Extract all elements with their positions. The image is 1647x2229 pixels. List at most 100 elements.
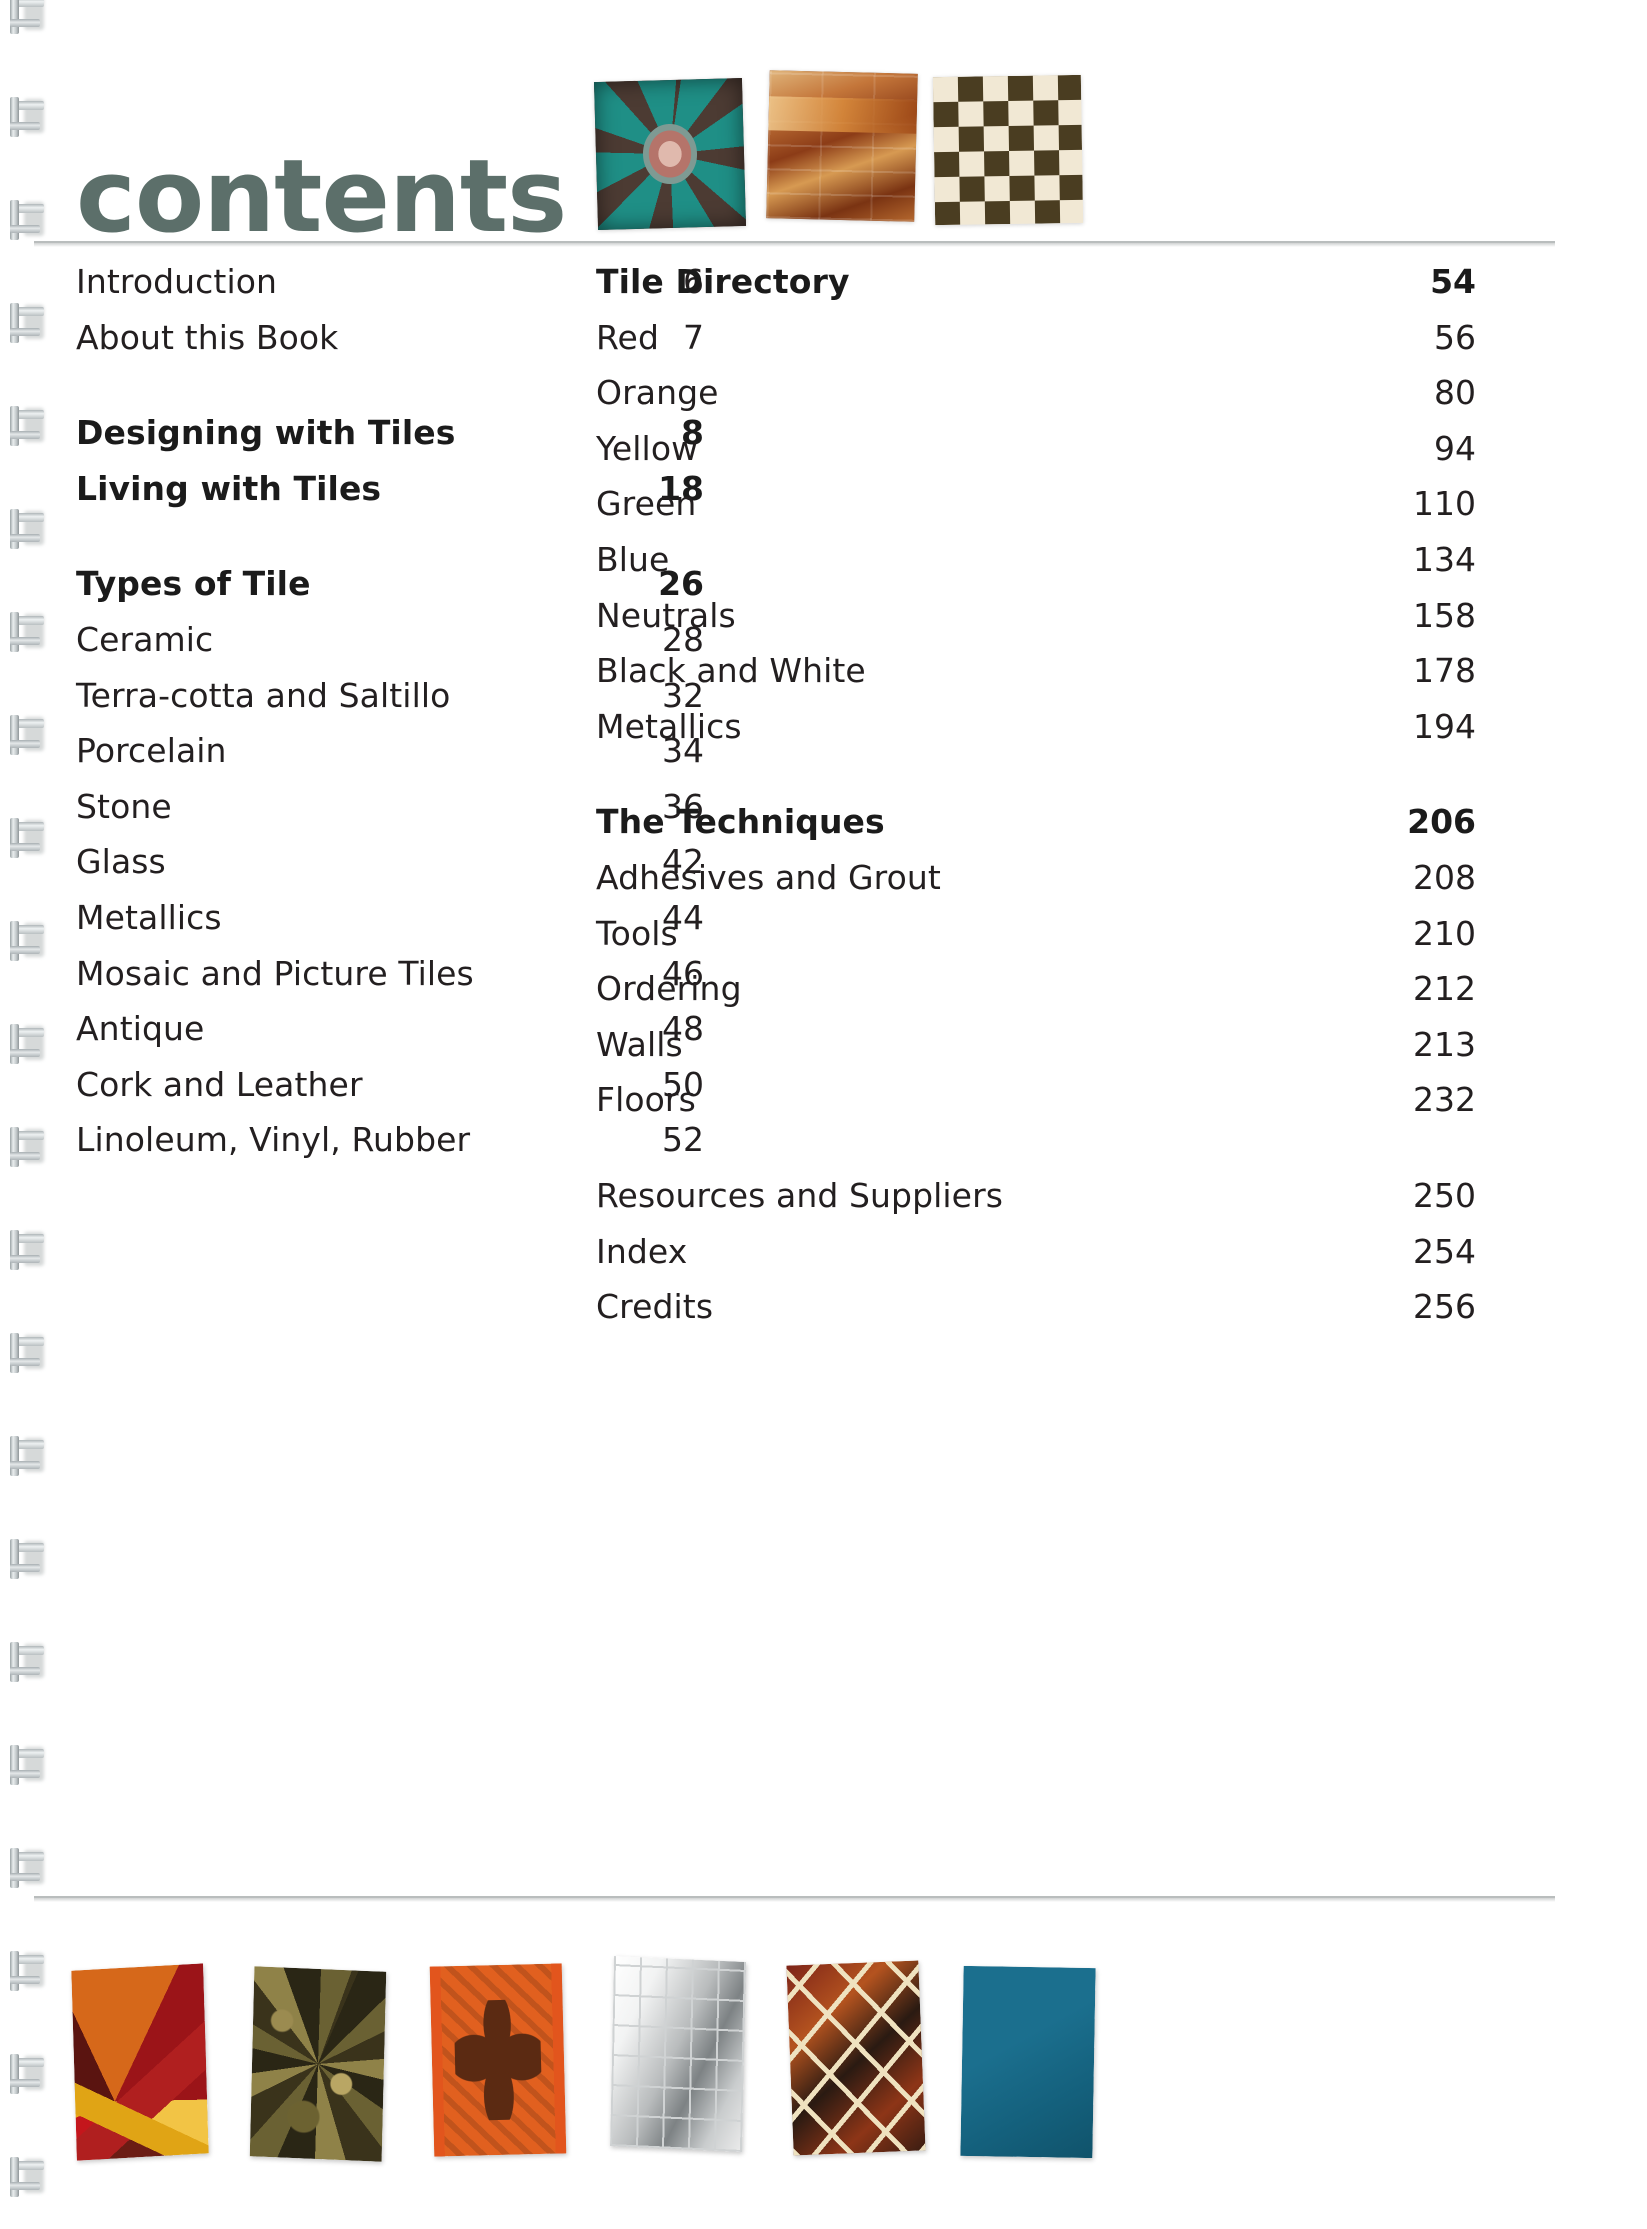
toc-entry-label: Index [596,1231,688,1271]
dark-mottled-camouflage-tile [249,1966,387,2162]
spiral-binding [0,0,62,2229]
toc-entry[interactable]: Neutrals 158 [596,596,1476,652]
toc-entry[interactable]: Green 110 [596,484,1476,540]
toc-entry-label: Walls [596,1024,683,1064]
toc-entry-label: Terra-cotta and Saltillo [76,675,451,715]
toc-entry-page-number: 212 [1413,969,1476,1009]
toc-entry-label: Mosaic and Picture Tiles [76,953,474,993]
toc-entry[interactable]: Yellow 94 [596,429,1476,485]
binding-coil [4,97,48,137]
toc-entry-page-number: 134 [1413,539,1476,579]
toc-entry-label: Credits [596,1287,714,1327]
toc-entry-label: Resources and Suppliers [596,1175,1004,1215]
toc-entry-page-number: 206 [1407,802,1476,842]
toc-entry-label: The Techniques [596,802,885,842]
toc-entry[interactable]: Index 254 [596,1232,1476,1288]
toc-entry[interactable]: Tools 210 [596,914,1476,970]
binding-coil [4,303,48,343]
binding-coil [4,509,48,549]
toc-entry[interactable]: Black and White 178 [596,651,1476,707]
toc-entry[interactable]: The Techniques 206 [596,802,1476,858]
binding-coil [4,1127,48,1167]
toc-entry-page-number: 210 [1413,913,1476,953]
toc-entry-label: Linoleum, Vinyl, Rubber [76,1120,471,1160]
footer-tile-strip [60,1945,1120,2185]
silver-metallic-grid-tile [610,1955,746,2153]
toc-entry[interactable]: Credits 256 [596,1287,1476,1343]
warm-glass-brick-tile [766,70,918,222]
toc-entry-page-number: 158 [1413,595,1476,635]
binding-coil [4,200,48,240]
toc-entry[interactable]: Adhesives and Grout 208 [596,858,1476,914]
toc-entry-label: Yellow [596,428,699,468]
toc-entry-label: Designing with Tiles [76,413,456,453]
toc-entry[interactable]: Metallics 194 [596,707,1476,763]
binding-coil [4,921,48,961]
toc-entry-page-number: 213 [1413,1024,1476,1064]
toc-entry[interactable]: Red 56 [596,318,1476,374]
binding-coil [4,818,48,858]
toc-entry-label: Glass [76,842,166,882]
brown-cream-lattice-tile [786,1960,926,2156]
toc-entry-page-number: 232 [1413,1080,1476,1120]
page-title: contents [76,137,567,255]
toc-entry[interactable]: Tile Directory 54 [596,262,1476,318]
toc-entry-label: Ceramic [76,619,214,659]
toc-entry-label: Porcelain [76,731,227,771]
toc-entry-label: Black and White [596,651,866,691]
toc-entry-label: Ordering [596,969,742,1009]
binding-coil [4,1745,48,1785]
toc-entry-label: Metallics [76,897,222,937]
toc-entry-label: Tools [596,913,678,953]
toc-entry-label: Antique [76,1009,205,1049]
binding-coil [4,1642,48,1682]
header-divider-shadow [34,243,1555,247]
toc-entry-label: Metallics [596,706,742,746]
toc-entry-label: Green [596,484,697,524]
toc-entry[interactable]: Walls 213 [596,1025,1476,1081]
binding-coil [4,2054,48,2094]
toc-entry-page-number: 250 [1413,1175,1476,1215]
toc-entry-page-number: 110 [1413,484,1476,524]
binding-coil [4,612,48,652]
solid-teal-blue-tile [960,1965,1096,2159]
toc-entry-label: About this Book [76,317,339,357]
footer-divider-shadow [34,1898,1555,1902]
toc-entry-label: Orange [596,373,719,413]
toc-entry[interactable]: Floors 232 [596,1080,1476,1136]
toc-entry-label: Red [596,317,659,357]
toc-entry[interactable]: Orange 80 [596,373,1476,429]
toc-entry-page-number: 80 [1434,373,1476,413]
toc-entry-page-number: 94 [1434,428,1476,468]
toc-entry-label: Introduction [76,262,278,301]
toc-entry-label: Stone [76,786,172,826]
toc-entry[interactable]: Resources and Suppliers 250 [596,1176,1476,1232]
binding-coil [4,1848,48,1888]
binding-coil [4,1436,48,1476]
toc-entry-page-number: 194 [1413,706,1476,746]
toc-entry-label: Cork and Leather [76,1064,363,1104]
toc-entry-page-number: 178 [1413,651,1476,691]
toc-entry-page-number: 254 [1413,1231,1476,1271]
teal-pink-flower-mosaic-tile [593,77,747,231]
binding-coil [4,406,48,446]
toc-entry-page-number: 56 [1434,317,1476,357]
contents-page: contents Introduction 6 About this Book 7 De… [0,0,1647,2229]
binding-coil [4,1539,48,1579]
toc-entry-label: Types of Tile [76,564,311,604]
binding-coil [4,1024,48,1064]
dark-cream-checkerboard-tile [932,74,1084,226]
toc-entry[interactable]: Blue 134 [596,540,1476,596]
toc-right-column: Tile Directory 54 Red 56 Orange 80 Yellow 94 Gre… [596,262,1526,1343]
toc-entry-page-number: 256 [1413,1287,1476,1327]
toc-entry-label: Adhesives and Grout [596,857,941,897]
toc-entry[interactable]: Ordering 212 [596,969,1476,1025]
red-gold-abstract-tile [71,1963,209,2161]
toc-entry-label: Living with Tiles [76,468,382,508]
toc-entry-page-number: 54 [1430,262,1476,301]
orange-fleur-de-lis-tile [429,1963,567,2157]
toc-entry-label: Blue [596,539,670,579]
toc-entry-page-number: 208 [1413,857,1476,897]
binding-coil [4,1951,48,1991]
toc-entry-label: Floors [596,1080,696,1120]
